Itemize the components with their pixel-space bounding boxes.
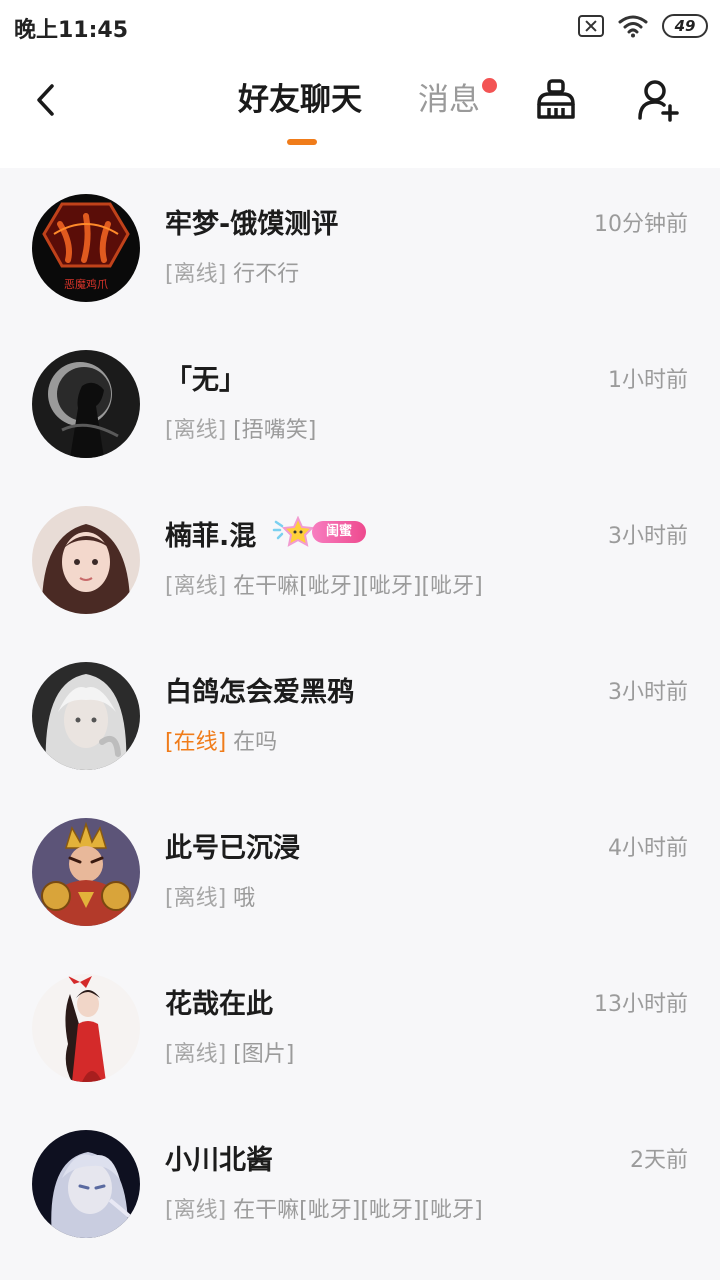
add-user-icon [638,80,679,122]
avatar-image [32,662,140,770]
online-status: [离线] [165,886,227,911]
avatar-image [32,506,140,614]
back-button[interactable] [20,74,72,126]
avatar[interactable] [32,506,140,614]
chat-item[interactable]: 「无」 1小时前 [离线] [捂嘴笑] [0,324,720,480]
chat-preview: [离线] 哦 [165,880,255,912]
last-message: 在干嘛[呲牙][呲牙][呲牙] [233,1198,483,1223]
chat-name: 花哉在此 [165,989,273,1020]
chat-preview: [离线] [捂嘴笑] [165,412,316,444]
chat-name: 牢梦-饿馍测评 [165,209,339,240]
chat-item[interactable]: 楠菲.混 闺蜜 3小时前 [离线] 在干嘛[呲牙][呲牙][呲牙] [0,480,720,636]
status-time: 晚上11:45 [14,18,129,43]
avatar-caption: 恶魔鸡爪 [64,277,108,291]
online-status: [离线] [165,1198,227,1223]
last-message: [图片] [233,1042,295,1067]
chat-item[interactable]: 花哉在此 13小时前 [离线] [图片] [0,948,720,1104]
chat-time: 10分钟前 [594,212,688,237]
chat-preview: [离线] 在干嘛[呲牙][呲牙][呲牙] [165,568,483,600]
chat-preview: [离线] 在干嘛[呲牙][呲牙][呲牙] [165,1192,483,1224]
online-status: [离线] [165,574,227,599]
chat-time: 3小时前 [608,524,688,549]
chat-item[interactable]: 小川北酱 2天前 [离线] 在干嘛[呲牙][呲牙][呲牙] [0,1104,720,1260]
online-status: [离线] [165,262,227,287]
avatar[interactable] [32,662,140,770]
clear-unread-button[interactable] [530,74,582,126]
wifi-icon [618,15,648,38]
chat-preview: [离线] [图片] [165,1036,294,1068]
avatar[interactable]: 恶魔鸡爪 [32,194,140,302]
online-status: [在线] [165,730,227,755]
avatar-image: 恶魔鸡爪 [32,194,140,302]
chat-name: 「无」 [165,365,246,396]
avatar[interactable] [32,818,140,926]
chat-list: 恶魔鸡爪 牢梦-饿馍测评 10分钟前 [离线] 行不行 「无」 1小时前 [离线… [0,168,720,1280]
avatar[interactable] [32,350,140,458]
avatar[interactable] [32,974,140,1082]
status-bar: 晚上11:45 49 [0,0,720,52]
broom-icon [537,79,575,119]
chat-time: 2天前 [630,1148,688,1173]
tab-friend-chat[interactable]: 好友聊天 [238,78,362,122]
avatar-image [32,1130,140,1238]
no-sim-icon [578,15,604,37]
chat-name: 楠菲.混 [165,521,257,552]
chat-time: 4小时前 [608,836,688,861]
unread-dot [482,78,497,93]
chat-name: 小川北酱 [165,1145,273,1176]
chevron-left-icon [37,84,54,116]
battery-icon: 49 [662,14,708,38]
bestie-badge: 闺蜜 [312,521,367,543]
online-status: [离线] [165,1042,227,1067]
status-icons: 49 [578,12,708,40]
avatar-image [32,350,140,458]
chat-item[interactable]: 此号已沉浸 4小时前 [离线] 哦 [0,792,720,948]
chat-item[interactable]: 恶魔鸡爪 牢梦-饿馍测评 10分钟前 [离线] 行不行 [0,168,720,324]
chat-item[interactable]: 白鸽怎会爱黑鸦 3小时前 [在线] 在吗 [0,636,720,792]
last-message: 在干嘛[呲牙][呲牙][呲牙] [233,574,483,599]
star-icon [272,516,315,547]
avatar[interactable] [32,1130,140,1238]
chat-name: 白鸽怎会爱黑鸦 [165,677,354,708]
active-tab-indicator [287,139,317,145]
relationship-badge: 闺蜜 [268,516,367,548]
chat-preview: [在线] 在吗 [165,724,277,756]
last-message: 哦 [233,886,256,911]
chat-time: 13小时前 [594,992,688,1017]
online-status: [离线] [165,418,227,443]
last-message: 在吗 [233,730,278,755]
tab-messages[interactable]: 消息 [418,78,480,122]
add-friend-button[interactable] [632,74,684,126]
last-message: 行不行 [233,262,300,287]
avatar-image [32,974,140,1082]
chat-time: 3小时前 [608,680,688,705]
avatar-image [32,818,140,926]
chat-time: 1小时前 [608,368,688,393]
chat-preview: [离线] 行不行 [165,256,299,288]
chat-name: 此号已沉浸 [165,833,300,864]
header: 好友聊天 消息 [0,52,720,168]
last-message: [捂嘴笑] [233,418,317,443]
